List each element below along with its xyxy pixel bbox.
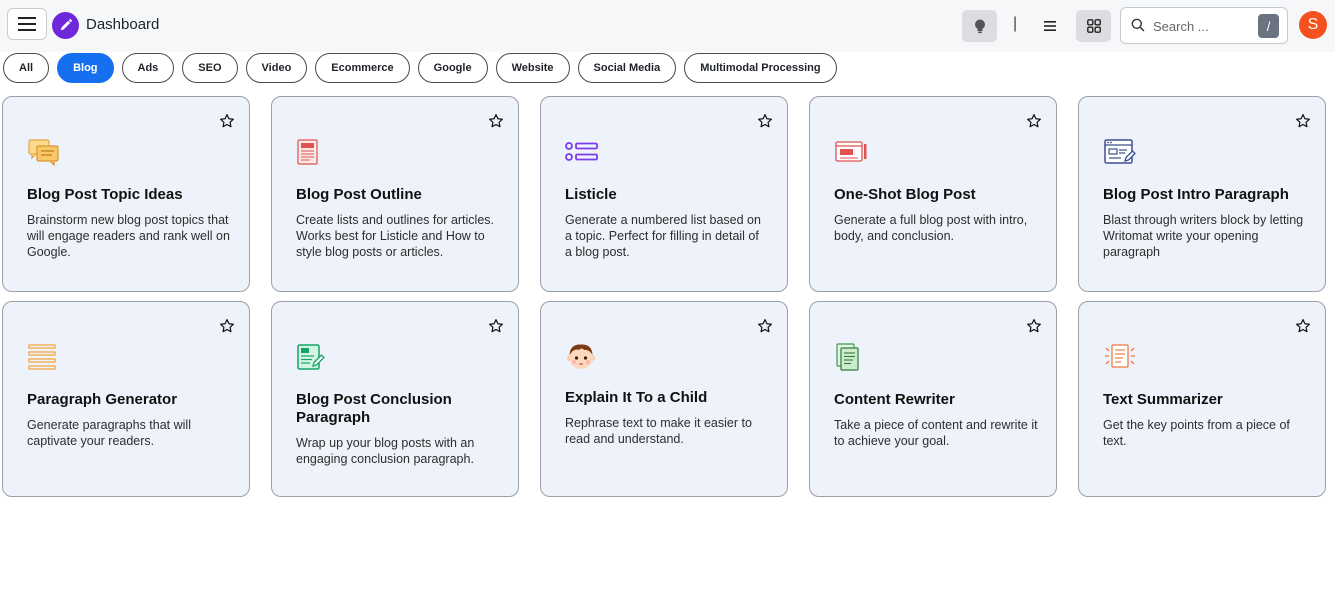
user-avatar[interactable]: S <box>1299 11 1327 39</box>
card-description: Blast through writers block by letting W… <box>1103 213 1304 259</box>
star-favorite-icon[interactable] <box>1295 113 1311 129</box>
document-rewrite-icon <box>834 340 870 374</box>
star-favorite-icon[interactable] <box>757 113 773 129</box>
template-card-blog-post-conclusion-paragraph[interactable]: Blog Post Conclusion Paragraph Wrap up y… <box>271 301 519 497</box>
star-favorite-icon[interactable] <box>488 113 504 129</box>
card-description: Take a piece of content and rewrite it t… <box>834 418 1038 448</box>
search-input[interactable] <box>1153 17 1253 35</box>
star-favorite-icon[interactable] <box>488 318 504 334</box>
filter-chip-ecommerce[interactable]: Ecommerce <box>315 53 410 83</box>
card-title: Blog Post Topic Ideas <box>27 186 183 203</box>
browser-edit-icon <box>1103 135 1139 169</box>
template-card-one-shot-blog-post[interactable]: One-Shot Blog Post Generate a full blog … <box>809 96 1057 292</box>
filter-chip-multimodal-processing[interactable]: Multimodal Processing <box>684 53 837 83</box>
document-summary-icon <box>1103 340 1139 374</box>
list-view-icon <box>1043 21 1056 31</box>
card-description: Rephrase text to make it easier to read … <box>565 416 752 446</box>
filter-chip-blog[interactable]: Blog <box>57 53 114 83</box>
toolbar-divider: | <box>1013 15 1018 32</box>
child-face-icon <box>565 340 601 374</box>
grid-view-icon <box>1086 19 1101 33</box>
hamburger-menu-button[interactable] <box>7 8 47 40</box>
ideas-button[interactable] <box>962 10 997 42</box>
star-favorite-icon[interactable] <box>219 318 235 334</box>
template-card-blog-post-outline[interactable]: Blog Post Outline Create lists and outli… <box>271 96 519 292</box>
hamburger-icon <box>18 17 36 31</box>
card-title: Blog Post Conclusion Paragraph <box>296 391 452 426</box>
filter-chip-google[interactable]: Google <box>417 53 488 83</box>
template-card-blog-post-topic-ideas[interactable]: Blog Post Topic Ideas Brainstorm new blo… <box>2 96 250 292</box>
list-view-button[interactable] <box>1032 10 1067 42</box>
filter-chip-video[interactable]: Video <box>245 53 308 83</box>
category-filter-bar: All Blog Ads SEO Video Ecommerce Google … <box>3 53 837 83</box>
filter-chip-all[interactable]: All <box>3 53 50 83</box>
card-description: Generate a numbered list based on a topi… <box>565 213 761 259</box>
notepad-pen-icon <box>296 340 332 374</box>
star-favorite-icon[interactable] <box>1026 318 1042 334</box>
card-description: Wrap up your blog posts with an engaging… <box>296 436 475 466</box>
card-title: Explain It To a Child <box>565 389 708 406</box>
page-title: Dashboard <box>86 16 160 33</box>
template-card-explain-it-to-a-child[interactable]: Explain It To a Child Rephrase text to m… <box>540 301 788 497</box>
filter-chip-seo[interactable]: SEO <box>182 53 238 83</box>
card-description: Generate a full blog post with intro, bo… <box>834 213 1028 243</box>
paragraph-lines-icon <box>27 340 63 374</box>
lightbulb-icon <box>974 19 985 33</box>
filter-chip-ads[interactable]: Ads <box>121 53 175 83</box>
card-title: Blog Post Outline <box>296 186 422 203</box>
template-card-listicle[interactable]: Listicle Generate a numbered list based … <box>540 96 788 292</box>
search-box[interactable]: / <box>1120 7 1288 44</box>
grid-view-button[interactable] <box>1076 10 1111 42</box>
pencil-icon <box>60 19 72 31</box>
card-title: Paragraph Generator <box>27 391 178 408</box>
chat-bubbles-icon <box>27 135 63 169</box>
card-title: Blog Post Intro Paragraph <box>1103 186 1289 203</box>
card-title: Content Rewriter <box>834 391 955 408</box>
card-description: Get the key points from a piece of text. <box>1103 418 1290 448</box>
star-favorite-icon[interactable] <box>1026 113 1042 129</box>
template-card-text-summarizer[interactable]: Text Summarizer Get the key points from … <box>1078 301 1326 497</box>
template-card-content-rewriter[interactable]: Content Rewriter Take a piece of content… <box>809 301 1057 497</box>
card-title: Listicle <box>565 186 617 203</box>
template-card-grid: Blog Post Topic Ideas Brainstorm new blo… <box>2 96 1326 497</box>
search-icon <box>1131 18 1145 32</box>
app-logo[interactable] <box>52 12 79 39</box>
card-title: Text Summarizer <box>1103 391 1223 408</box>
star-favorite-icon[interactable] <box>219 113 235 129</box>
template-card-paragraph-generator[interactable]: Paragraph Generator Generate paragraphs … <box>2 301 250 497</box>
blog-document-icon <box>296 135 332 169</box>
card-title: One-Shot Blog Post <box>834 186 976 203</box>
bullet-list-icon <box>565 135 601 169</box>
template-card-blog-post-intro-paragraph[interactable]: Blog Post Intro Paragraph Blast through … <box>1078 96 1326 292</box>
blog-window-icon <box>834 135 870 169</box>
filter-chip-social-media[interactable]: Social Media <box>577 53 677 83</box>
filter-chip-website[interactable]: Website <box>495 53 570 83</box>
search-shortcut-key: / <box>1258 14 1279 38</box>
card-description: Generate paragraphs that will captivate … <box>27 418 191 448</box>
star-favorite-icon[interactable] <box>757 318 773 334</box>
card-description: Brainstorm new blog post topics that wil… <box>27 213 230 259</box>
card-description: Create lists and outlines for articles. … <box>296 213 495 259</box>
top-bar: Dashboard | / S <box>0 0 1335 52</box>
star-favorite-icon[interactable] <box>1295 318 1311 334</box>
